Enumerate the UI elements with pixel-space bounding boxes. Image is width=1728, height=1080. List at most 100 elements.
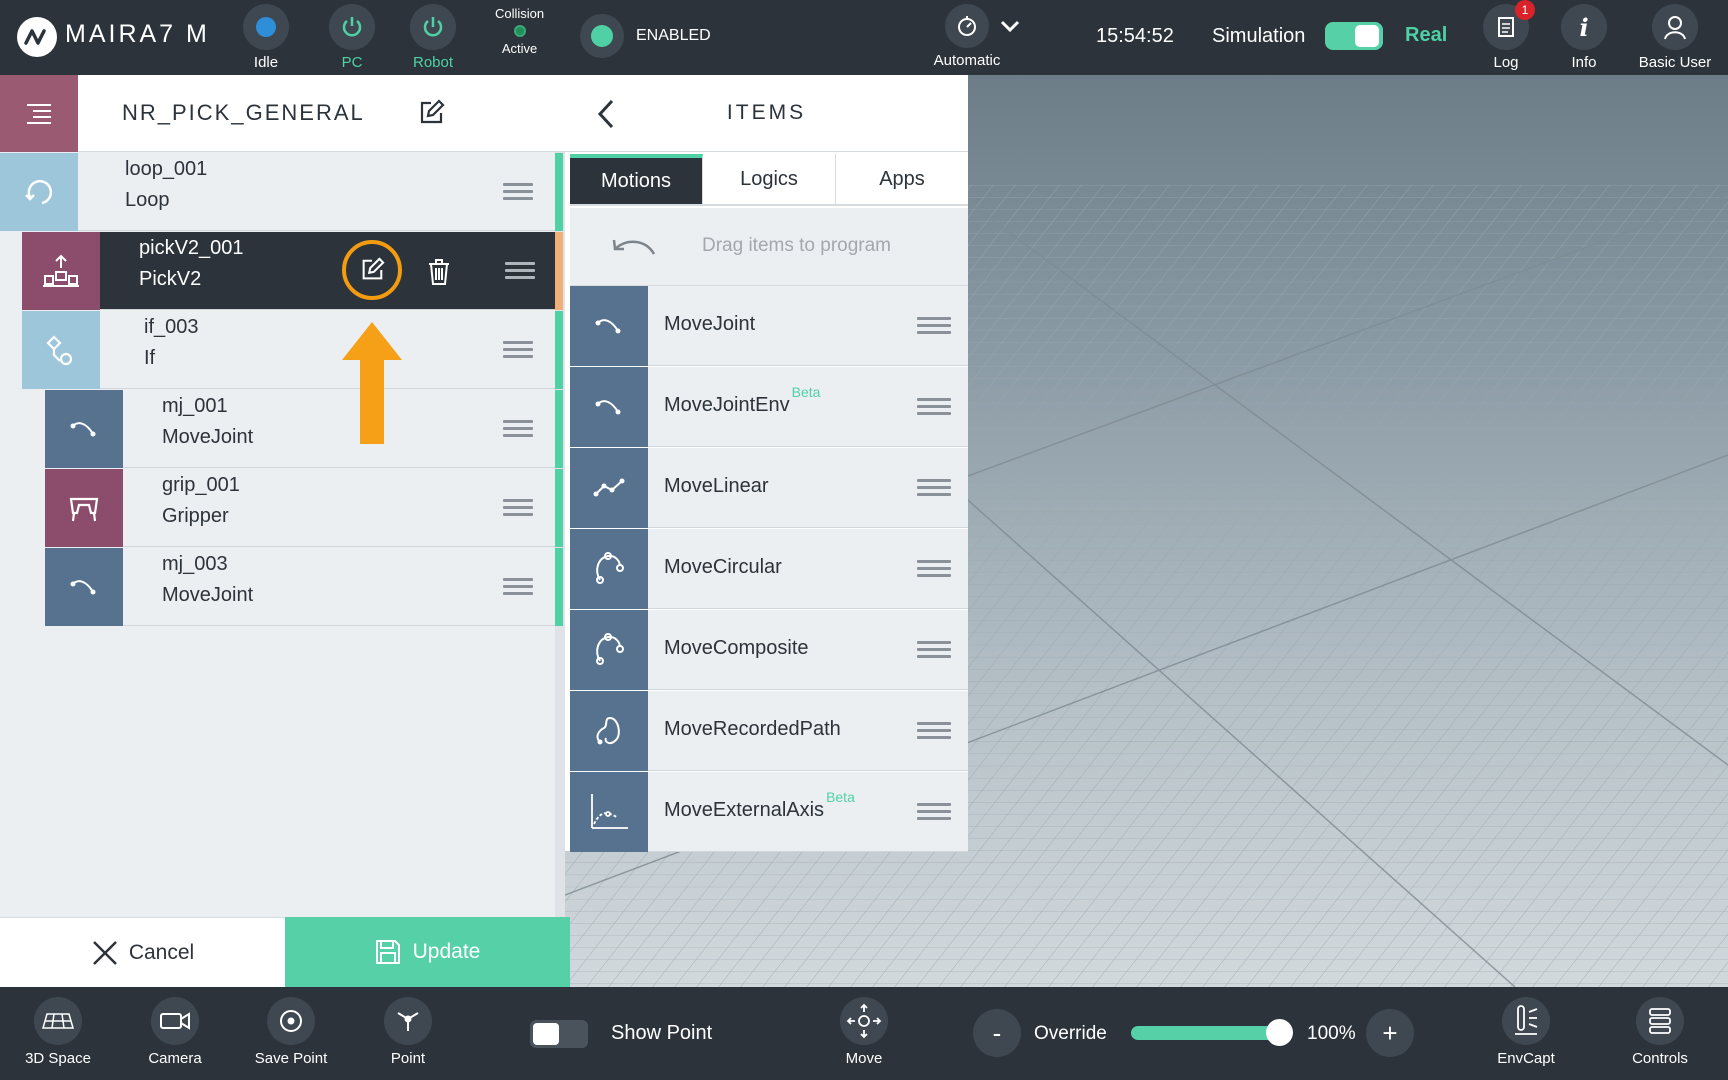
tab-motions[interactable]: Motions: [570, 154, 703, 204]
override-slider-track[interactable]: [1131, 1026, 1279, 1040]
chevron-down-icon[interactable]: [997, 16, 1023, 36]
row-accent: [555, 311, 563, 389]
item-label: MoveJoint: [664, 313, 756, 335]
collision-status[interactable]: Collision Active: [495, 6, 544, 56]
program-row-gripper[interactable]: grip_001 Gripper: [45, 469, 563, 547]
pick-icon: [22, 232, 100, 310]
point-button[interactable]: Point: [358, 997, 458, 1067]
pc-power-icon: [342, 17, 362, 37]
override-slider-handle[interactable]: [1266, 1019, 1293, 1046]
collision-dot-icon: [513, 25, 526, 37]
item-moveexternalaxis[interactable]: MoveExternalAxisBeta: [570, 772, 968, 852]
bottom-bar: 3D Space Camera Save Point Point Show Po…: [0, 987, 1728, 1080]
enable-toggle[interactable]: ENABLED: [580, 14, 711, 58]
row-name: grip_001: [162, 474, 240, 496]
drag-handle-icon[interactable]: [917, 641, 951, 659]
drag-handle-icon[interactable]: [917, 722, 951, 740]
override-decrease-button[interactable]: -: [973, 1009, 1021, 1057]
edit-icon: [420, 99, 445, 124]
move-joint-icon: [570, 286, 648, 366]
program-row-movejoint[interactable]: mj_001 MoveJoint: [45, 390, 563, 468]
controls-icon: [1649, 1008, 1671, 1034]
move-joint-env-icon: [570, 367, 648, 447]
edit-icon: [362, 257, 385, 280]
program-row-movejoint[interactable]: mj_003 MoveJoint: [45, 548, 563, 626]
item-movejointenv[interactable]: MoveJointEnvBeta: [570, 367, 968, 447]
drag-handle-icon[interactable]: [503, 499, 533, 517]
envcapt-button[interactable]: EnvCapt: [1476, 997, 1576, 1067]
info-label: Info: [1571, 54, 1597, 71]
robot-power-button[interactable]: Robot: [410, 4, 456, 71]
override-increase-button[interactable]: +: [1366, 1009, 1414, 1057]
log-icon: [1498, 17, 1514, 37]
row-type: If: [144, 347, 156, 369]
drag-handle-icon[interactable]: [917, 560, 951, 578]
simulation-label: Simulation: [1212, 25, 1306, 47]
show-point-toggle[interactable]: [530, 1020, 588, 1048]
update-button[interactable]: Update: [285, 917, 570, 987]
mode-selector[interactable]: Automatic: [934, 4, 1023, 69]
drag-handle-icon[interactable]: [503, 183, 533, 201]
camera-button[interactable]: Camera: [125, 997, 225, 1067]
row-name: pickV2_001: [139, 237, 244, 259]
edit-program-name-button[interactable]: [417, 99, 445, 132]
envcapt-icon: [1515, 1005, 1538, 1035]
item-movecircular[interactable]: MoveCircular: [570, 529, 968, 609]
tab-logics[interactable]: Logics: [703, 154, 836, 204]
save-point-button[interactable]: Save Point: [241, 997, 341, 1067]
program-menu-button[interactable]: [0, 75, 78, 152]
info-button[interactable]: i Info: [1561, 4, 1607, 71]
move-external-axis-icon: [570, 772, 648, 852]
point-icon: [397, 1012, 419, 1031]
drag-handle-icon[interactable]: [917, 803, 951, 821]
program-row-if[interactable]: if_003 If: [22, 311, 563, 389]
beta-badge: Beta: [791, 384, 821, 400]
drag-handle-icon[interactable]: [503, 341, 533, 359]
clock: 15:54:52: [1096, 25, 1174, 47]
save-icon: [375, 940, 400, 964]
item-moverecordedpath[interactable]: MoveRecordedPath: [570, 691, 968, 771]
move-label: Move: [845, 1050, 883, 1067]
user-button[interactable]: Basic User: [1639, 4, 1711, 71]
close-icon: [92, 940, 117, 965]
items-header: ITEMS: [565, 75, 968, 152]
idle-status[interactable]: Idle: [243, 4, 289, 71]
program-row-loop[interactable]: loop_001 Loop: [0, 153, 563, 231]
row-type: Gripper: [162, 505, 229, 527]
mode-label: Automatic: [933, 52, 1001, 69]
row-name: mj_001: [162, 395, 228, 417]
3d-space-label: 3D Space: [25, 1050, 91, 1067]
edit-item-button[interactable]: [342, 240, 402, 300]
move-button[interactable]: Move: [814, 997, 914, 1067]
tab-apps[interactable]: Apps: [836, 154, 968, 204]
item-movejoint[interactable]: MoveJoint: [570, 286, 968, 366]
simulation-real-toggle[interactable]: [1325, 22, 1383, 50]
drag-handle-icon[interactable]: [917, 398, 951, 416]
maira-logo-icon: [17, 17, 57, 57]
row-accent: [555, 390, 563, 468]
move-composite-icon: [570, 610, 648, 690]
drag-handle-icon[interactable]: [917, 479, 951, 497]
3d-space-button[interactable]: 3D Space: [8, 997, 108, 1067]
robot-label: Robot: [412, 54, 454, 71]
pc-power-button[interactable]: PC: [329, 4, 375, 71]
move-circular-icon: [570, 529, 648, 609]
item-movecomposite[interactable]: MoveComposite: [570, 610, 968, 690]
enabled-label: ENABLED: [636, 27, 711, 44]
program-row-pick[interactable]: pickV2_001 PickV2: [22, 232, 563, 310]
drag-handle-icon[interactable]: [505, 262, 535, 280]
drag-handle-icon[interactable]: [503, 420, 533, 438]
controls-button[interactable]: Controls: [1610, 997, 1710, 1067]
cancel-button[interactable]: Cancel: [0, 917, 285, 987]
row-accent: [555, 232, 563, 310]
item-label: MoveComposite: [664, 637, 809, 659]
drag-handle-icon[interactable]: [503, 578, 533, 596]
move-arrows-icon: [846, 1003, 882, 1039]
log-button[interactable]: 1 Log: [1483, 0, 1535, 71]
drag-handle-icon[interactable]: [917, 317, 951, 335]
item-movelinear[interactable]: MoveLinear: [570, 448, 968, 528]
delete-item-button[interactable]: [427, 258, 451, 291]
drag-hint: Drag items to program: [570, 208, 968, 286]
loop-icon: [0, 153, 78, 231]
move-joint-icon: [45, 390, 123, 468]
